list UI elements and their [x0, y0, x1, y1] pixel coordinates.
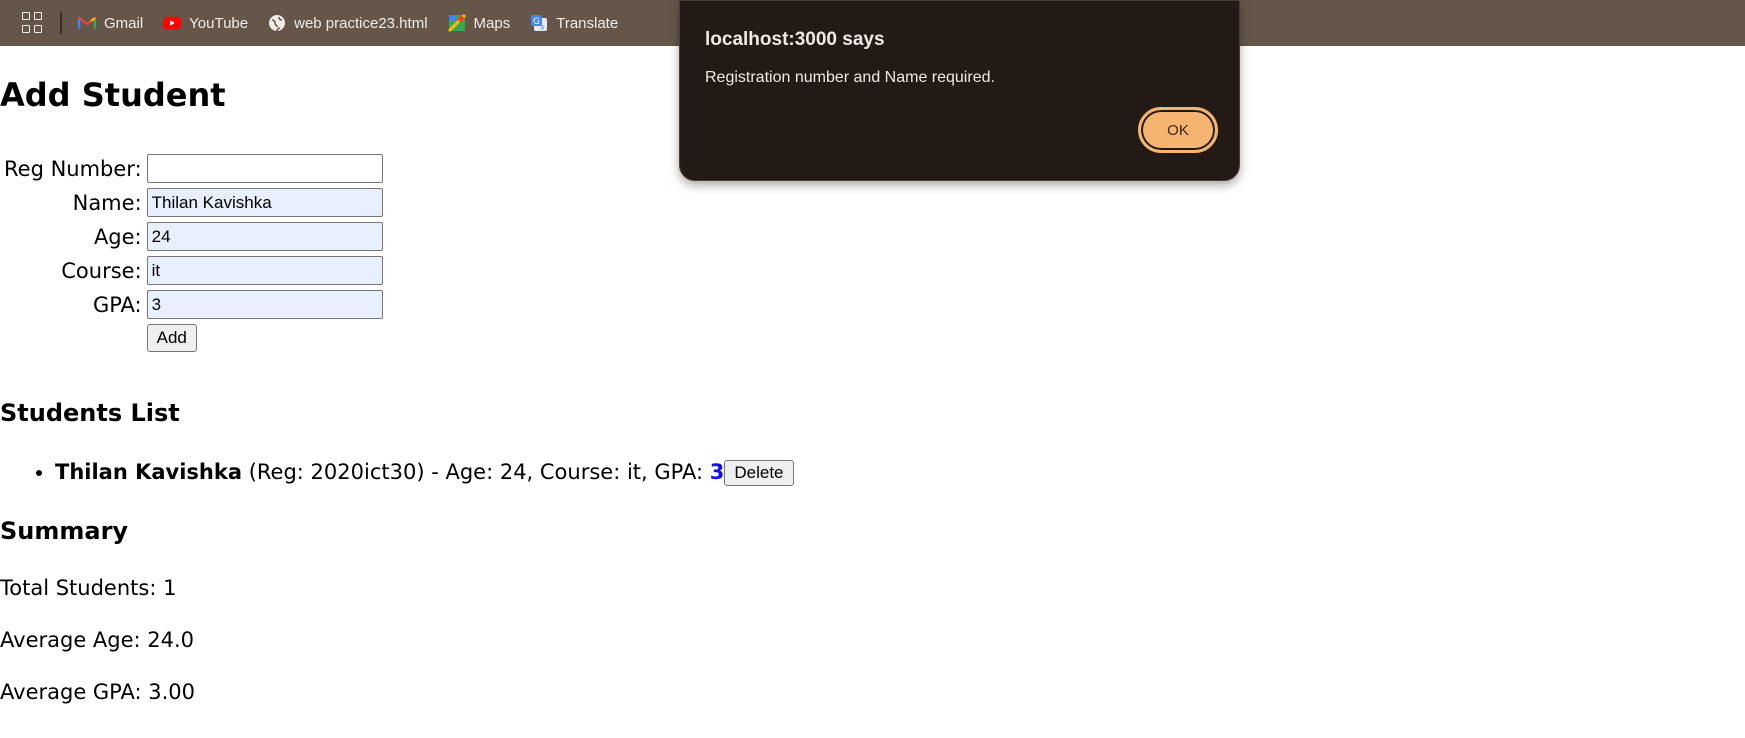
- list-item: Thilan Kavishka (Reg: 2020ict30) - Age: …: [55, 457, 794, 487]
- apps-grid-icon[interactable]: [22, 12, 44, 34]
- age-label: Age:: [93, 224, 142, 249]
- average-age: Average Age: 24.0: [0, 628, 195, 652]
- summary-heading: Summary: [0, 517, 129, 545]
- bookmark-label: Gmail: [104, 14, 144, 32]
- dialog-message: Registration number and Name required.: [705, 69, 995, 86]
- svg-text:x: x: [541, 24, 545, 32]
- course-label: Course:: [61, 258, 142, 283]
- bookmark-maps[interactable]: Maps: [447, 14, 511, 32]
- form-row-age: Age:: [2, 221, 384, 252]
- reg-number-label: Reg Number:: [4, 156, 142, 181]
- age-input[interactable]: [146, 222, 383, 251]
- translate-icon: G x: [530, 14, 548, 32]
- name-label: Name:: [72, 190, 142, 215]
- form-row-gpa: GPA:: [2, 289, 384, 320]
- gmail-icon: [78, 14, 96, 32]
- delete-button[interactable]: Delete: [724, 460, 794, 486]
- form-row-submit: Add: [2, 323, 384, 353]
- add-button[interactable]: Add: [146, 324, 197, 352]
- dialog-title: localhost:3000 says: [705, 29, 885, 50]
- globe-icon: [268, 14, 286, 32]
- add-student-form: Reg Number: Name: Age: Course: GPA: Add: [0, 150, 386, 356]
- bookmark-label: YouTube: [189, 14, 249, 32]
- bookmark-label: Translate: [556, 14, 619, 32]
- bookmark-label: Maps: [473, 14, 511, 32]
- bookmark-youtube[interactable]: YouTube: [163, 14, 248, 32]
- bookmark-gmail[interactable]: Gmail: [78, 14, 143, 32]
- student-name: Thilan Kavishka: [55, 460, 243, 484]
- form-row-course: Course:: [2, 255, 384, 286]
- name-input[interactable]: [146, 188, 383, 217]
- average-gpa: Average GPA: 3.00: [0, 680, 196, 704]
- maps-icon: [447, 14, 466, 32]
- ok-button[interactable]: OK: [1138, 107, 1218, 153]
- student-list: Thilan Kavishka (Reg: 2020ict30) - Age: …: [0, 457, 794, 487]
- gpa-input[interactable]: [146, 290, 383, 319]
- youtube-icon: [163, 14, 182, 32]
- bookmark-web-practice[interactable]: web practice23.html: [268, 14, 428, 32]
- student-details: (Reg: 2020ict30) - Age: 24, Course: it, …: [248, 460, 710, 484]
- bookmark-label: web practice23.html: [294, 14, 428, 32]
- alert-dialog: localhost:3000 says Registration number …: [679, 0, 1240, 181]
- gpa-label: GPA:: [92, 292, 142, 317]
- student-gpa: 3: [709, 460, 725, 484]
- form-row-name: Name:: [2, 187, 384, 218]
- course-input[interactable]: [146, 256, 383, 285]
- total-students: Total Students: 1: [0, 576, 177, 600]
- svg-text:G: G: [533, 17, 540, 27]
- students-list-heading: Students List: [0, 399, 180, 427]
- form-row-reg: Reg Number:: [2, 153, 384, 184]
- bookmark-translate[interactable]: G x Translate: [530, 14, 618, 32]
- bookmarks-divider: [60, 12, 62, 34]
- reg-number-input[interactable]: [146, 154, 383, 183]
- page-title: Add Student: [0, 76, 226, 114]
